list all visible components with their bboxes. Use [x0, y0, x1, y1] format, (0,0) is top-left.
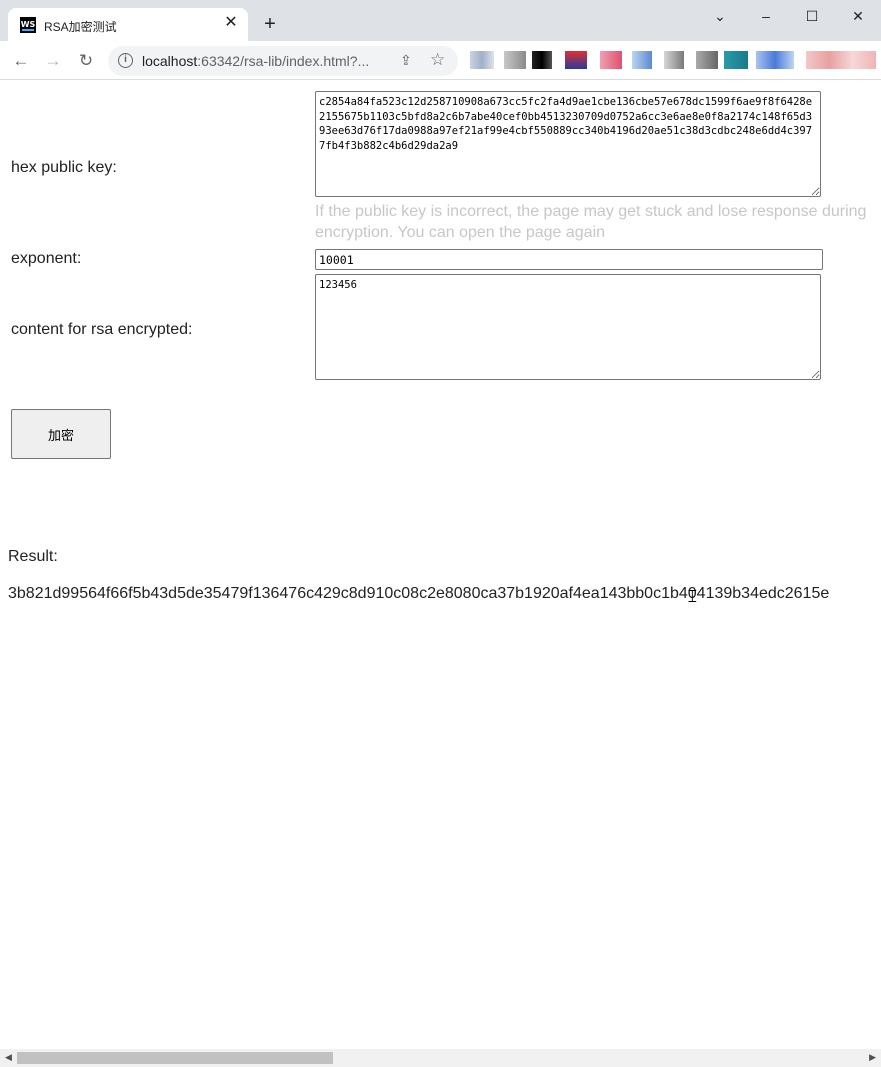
public-key-textarea[interactable]	[315, 91, 821, 197]
address-bar[interactable]: i localhost:63342/rsa-lib/index.html?...…	[108, 46, 458, 76]
site-info-icon[interactable]: i	[118, 53, 133, 68]
bookmark-star-icon[interactable]: ☆	[430, 50, 445, 70]
exponent-label: exponent:	[11, 250, 82, 267]
public-key-label: hex public key:	[11, 159, 117, 176]
forward-arrow-icon[interactable]: →	[41, 49, 65, 73]
extension-icon[interactable]	[632, 51, 652, 69]
share-icon[interactable]: ⇪	[400, 52, 412, 69]
extension-icon[interactable]	[724, 51, 748, 69]
extension-icon[interactable]	[470, 51, 494, 69]
extension-icon[interactable]	[504, 51, 526, 69]
extension-icon[interactable]	[565, 51, 587, 69]
url-text[interactable]: localhost:63342/rsa-lib/index.html?...	[142, 53, 369, 69]
new-tab-button[interactable]: +	[259, 13, 281, 35]
result-value: 3b821d99564f66f5b43d5de35479f136476c429c…	[8, 585, 830, 602]
tab-search-icon[interactable]: ⌄	[706, 6, 734, 26]
result-label: Result:	[8, 548, 58, 565]
public-key-hint: If the public key is incorrect, the page…	[315, 203, 867, 241]
scroll-right-arrow-icon[interactable]: ▶	[869, 1052, 876, 1063]
extension-icon[interactable]	[756, 51, 794, 69]
extension-icon[interactable]	[600, 51, 622, 69]
extension-icon[interactable]	[664, 51, 684, 69]
text-cursor-icon: 𝙸	[686, 586, 699, 607]
tab-title: RSA加密测试	[44, 20, 117, 34]
content-label: content for rsa encrypted:	[11, 321, 193, 338]
reload-icon[interactable]: ↻	[74, 49, 98, 73]
profile-avatar[interactable]	[806, 51, 876, 69]
scroll-left-arrow-icon[interactable]: ◀	[5, 1052, 12, 1063]
maximize-button[interactable]: ☐	[798, 6, 826, 26]
back-arrow-icon[interactable]: ←	[9, 49, 33, 73]
browser-toolbar: ← → ↻ i localhost:63342/rsa-lib/index.ht…	[0, 41, 881, 80]
content-textarea[interactable]	[315, 274, 821, 380]
window-close-button[interactable]: ✕	[844, 6, 872, 26]
scrollbar-thumb[interactable]	[17, 1052, 333, 1064]
extension-icon[interactable]	[696, 51, 718, 69]
tab-close-icon[interactable]: ✕	[222, 14, 240, 32]
browser-tab[interactable]: WS RSA加密测试 ✕	[8, 8, 248, 41]
minimize-button[interactable]: –	[752, 6, 780, 26]
exponent-input[interactable]	[315, 249, 823, 270]
browser-tabbar: WS RSA加密测试 ✕ + ⌄ – ☐ ✕	[0, 0, 881, 41]
extension-icon[interactable]	[532, 51, 552, 69]
page-content: hex public key: If the public key is inc…	[0, 81, 881, 1049]
horizontal-scrollbar[interactable]: ◀ ▶	[0, 1049, 881, 1067]
webstorm-icon: WS	[20, 17, 36, 33]
encrypt-button[interactable]: 加密	[11, 409, 111, 459]
